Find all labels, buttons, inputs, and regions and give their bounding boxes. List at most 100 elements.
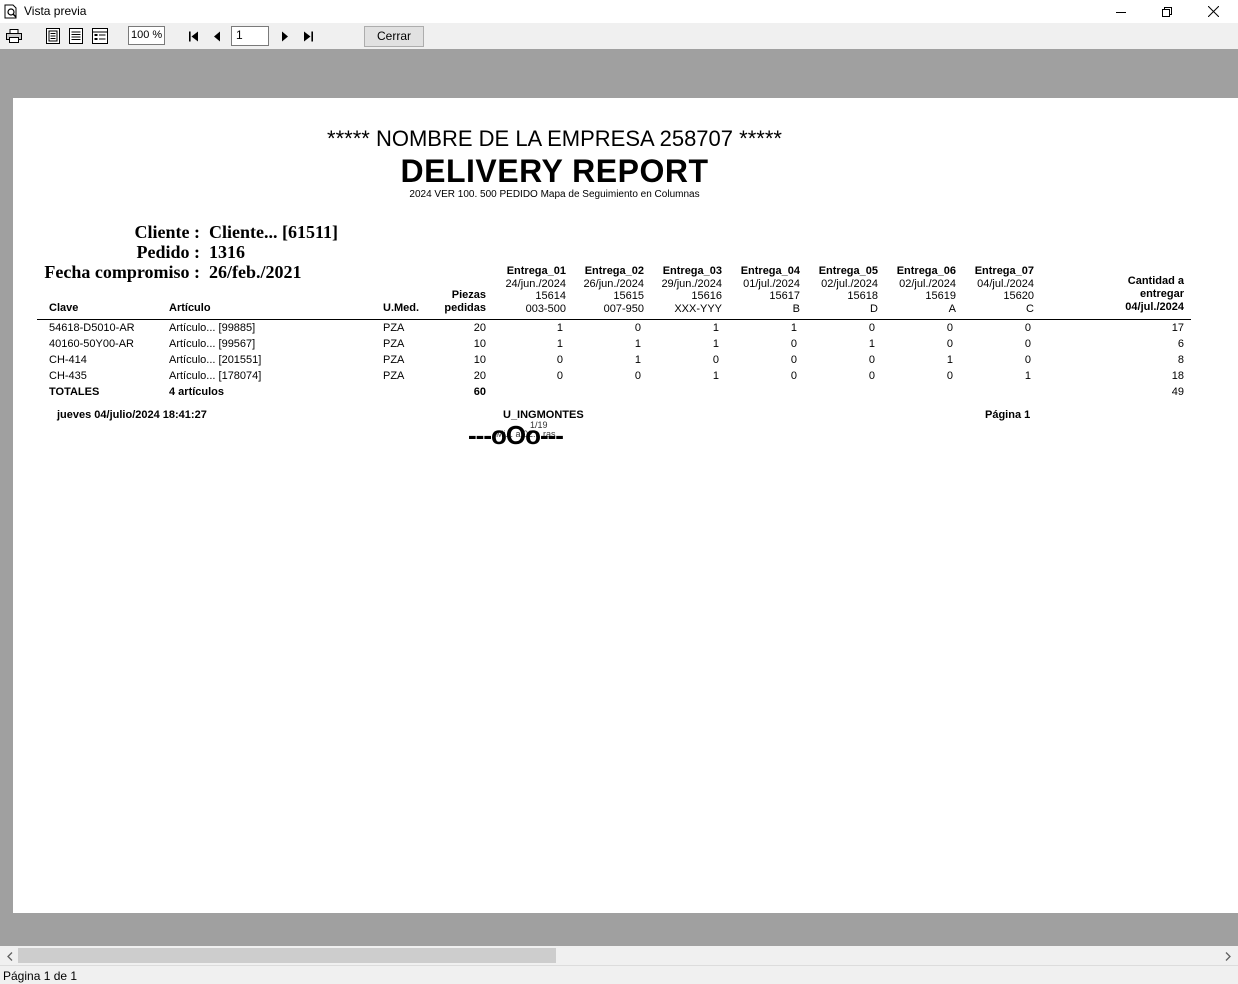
row-entrega-4: 0 bbox=[790, 338, 797, 350]
row-entrega-6: 0 bbox=[946, 338, 953, 350]
horizontal-scrollbar[interactable] bbox=[0, 946, 1238, 965]
preview-viewport[interactable]: ***** NOMBRE DE LA EMPRESA 258707 ***** … bbox=[0, 49, 1238, 946]
zoom-input[interactable]: 100 % bbox=[128, 26, 165, 45]
row-articulo: Artículo... [178074] bbox=[169, 370, 262, 382]
scrollbar-thumb[interactable] bbox=[18, 948, 556, 963]
row-entrega-2: 1 bbox=[634, 338, 641, 350]
row-piezas: 10 bbox=[473, 354, 486, 366]
row-umed: PZA bbox=[383, 322, 405, 334]
previous-page-icon bbox=[214, 31, 220, 41]
entrega-num: 15618 bbox=[847, 290, 878, 302]
row-entrega-1: 1 bbox=[556, 322, 563, 334]
row-entrega-5: 0 bbox=[868, 370, 875, 382]
entrega-header-2: Entrega_02 26/jun./2024 15615 007-950 bbox=[566, 265, 644, 315]
entrega-name: Entrega_01 bbox=[506, 265, 566, 277]
print-button[interactable] bbox=[5, 27, 23, 45]
end-of-report-marker: ---oOo--- bbox=[468, 420, 564, 450]
close-button[interactable]: Cerrar bbox=[364, 26, 424, 47]
entrega-num: 15616 bbox=[691, 290, 722, 302]
row-entrega-3: 1 bbox=[712, 322, 719, 334]
col-cantidad-line3: 04/jul./2024 bbox=[1125, 301, 1184, 313]
one-page-view-button[interactable] bbox=[44, 27, 62, 45]
entrega-name: Entrega_04 bbox=[740, 265, 800, 277]
multi-page-view-button[interactable] bbox=[90, 27, 110, 45]
close-window-button[interactable] bbox=[1190, 0, 1236, 23]
minimize-button[interactable] bbox=[1098, 0, 1144, 23]
status-text: Página 1 de 1 bbox=[3, 969, 78, 983]
row-entrega-3: 0 bbox=[712, 354, 719, 366]
totals-label: TOTALES bbox=[49, 386, 100, 398]
row-umed: PZA bbox=[383, 370, 405, 382]
scroll-right-button[interactable] bbox=[1221, 949, 1235, 963]
entrega-num: 15620 bbox=[1003, 290, 1034, 302]
next-page-button[interactable] bbox=[279, 27, 291, 45]
footer-datetime: jueves 04/julio/2024 18:41:27 bbox=[57, 409, 207, 421]
row-entrega-2: 1 bbox=[634, 354, 641, 366]
pedido-label: Pedido : bbox=[136, 242, 200, 262]
entrega-date: 04/jul./2024 bbox=[977, 277, 1034, 290]
row-entrega-7: 0 bbox=[1024, 322, 1031, 334]
row-entrega-5: 0 bbox=[868, 322, 875, 334]
row-piezas: 20 bbox=[473, 322, 486, 334]
printer-icon bbox=[6, 29, 22, 43]
col-piezas-line1: Piezas bbox=[451, 289, 486, 301]
entrega-date: 02/jul./2024 bbox=[821, 277, 878, 290]
row-articulo: Artículo... [201551] bbox=[169, 354, 262, 366]
entrega-header-3: Entrega_03 29/jun./2024 15616 XXX-YYY bbox=[644, 265, 722, 315]
page-number-input[interactable]: 1 bbox=[231, 26, 269, 46]
col-clave: Clave bbox=[49, 302, 79, 314]
row-entrega-4: 0 bbox=[790, 370, 797, 382]
row-entrega-3: 1 bbox=[712, 370, 719, 382]
window-title: Vista previa bbox=[24, 4, 87, 18]
first-page-button[interactable] bbox=[187, 27, 201, 45]
entrega-date: 26/jun./2024 bbox=[583, 277, 644, 290]
last-page-button[interactable] bbox=[301, 27, 315, 45]
toolbar: 100 % 1 Cerrar bbox=[0, 23, 1238, 49]
page-width-view-button[interactable] bbox=[67, 27, 85, 45]
entrega-code: D bbox=[870, 302, 878, 315]
col-cantidad-line2: entregar bbox=[1139, 288, 1184, 300]
print-preview-icon bbox=[4, 4, 17, 19]
totals-piezas: 60 bbox=[473, 386, 486, 398]
row-umed: PZA bbox=[383, 338, 405, 350]
previous-page-button[interactable] bbox=[211, 27, 223, 45]
entrega-header-4: Entrega_04 01/jul./2024 15617 B bbox=[722, 265, 800, 315]
totals-cantidad: 49 bbox=[1171, 386, 1184, 398]
entrega-header-1: Entrega_01 24/jun./2024 15614 003-500 bbox=[488, 265, 566, 315]
row-entrega-1: 1 bbox=[556, 338, 563, 350]
cliente-label: Cliente : bbox=[134, 222, 200, 242]
page-width-icon bbox=[69, 28, 83, 44]
header-rule bbox=[37, 319, 1191, 320]
row-clave: CH-414 bbox=[49, 354, 87, 366]
entrega-header-7: Entrega_07 04/jul./2024 15620 C bbox=[956, 265, 1034, 315]
row-cantidad: 6 bbox=[1177, 338, 1184, 350]
col-umed: U.Med. bbox=[383, 302, 420, 314]
entrega-code: 007-950 bbox=[603, 302, 644, 315]
minimize-icon bbox=[1116, 11, 1126, 13]
entrega-num: 15619 bbox=[925, 290, 956, 302]
chevron-left-icon bbox=[7, 951, 13, 961]
row-cantidad: 17 bbox=[1171, 322, 1184, 334]
first-page-icon bbox=[189, 31, 198, 41]
row-entrega-4: 0 bbox=[790, 354, 797, 366]
entrega-header-6: Entrega_06 02/jul./2024 15619 A bbox=[878, 265, 956, 315]
row-entrega-5: 0 bbox=[868, 354, 875, 366]
row-clave: CH-435 bbox=[49, 370, 87, 382]
row-clave: 40160-50Y00-AR bbox=[49, 338, 135, 350]
entrega-num: 15614 bbox=[535, 290, 566, 302]
multi-page-icon bbox=[92, 28, 108, 44]
fecha-compromiso-value: 26/feb./2021 bbox=[209, 262, 302, 282]
close-icon bbox=[1207, 6, 1219, 17]
scroll-left-button[interactable] bbox=[3, 949, 17, 963]
col-piezas-line2: pedidas bbox=[444, 302, 486, 314]
report-page: ***** NOMBRE DE LA EMPRESA 258707 ***** … bbox=[13, 98, 1238, 913]
restore-icon bbox=[1162, 6, 1172, 17]
entrega-code: B bbox=[792, 302, 800, 315]
entrega-code: A bbox=[948, 302, 956, 315]
row-cantidad: 18 bbox=[1171, 370, 1184, 382]
row-entrega-3: 1 bbox=[712, 338, 719, 350]
next-page-icon bbox=[282, 31, 288, 41]
report-title: DELIVERY REPORT bbox=[400, 153, 709, 189]
entrega-code: XXX-YYY bbox=[674, 302, 722, 315]
restore-button[interactable] bbox=[1144, 0, 1190, 23]
